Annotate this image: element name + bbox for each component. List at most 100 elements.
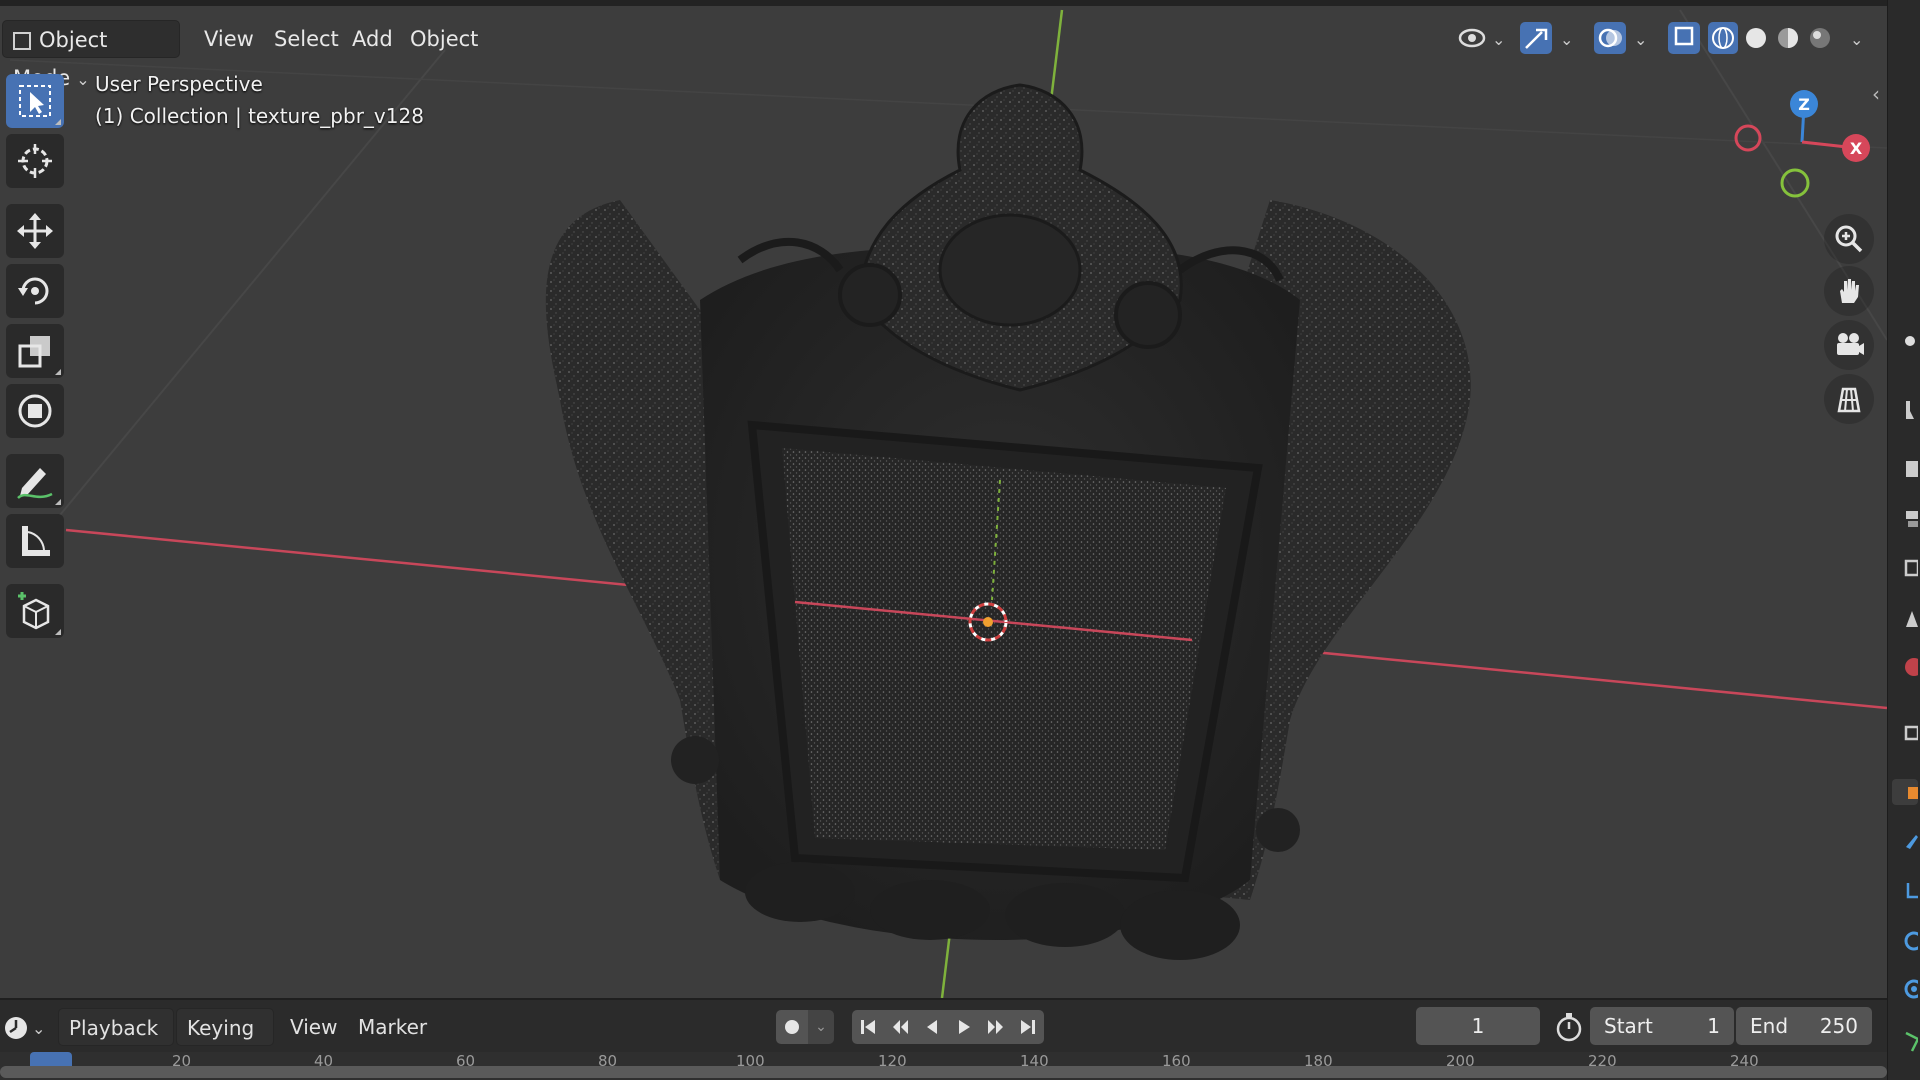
frame-object[interactable] — [545, 83, 1471, 960]
render-tab-icon[interactable] — [1890, 448, 1920, 488]
start-frame-field[interactable]: Start 1 — [1590, 1007, 1734, 1045]
cursor-arrow-icon — [19, 85, 51, 117]
menu-object[interactable]: Object — [400, 20, 488, 58]
y-axis-ball[interactable] — [1780, 168, 1810, 198]
scale-tool[interactable] — [6, 324, 64, 378]
svg-text:⌄: ⌄ — [1560, 30, 1573, 49]
ruler-icon — [22, 526, 50, 556]
move-arrows-icon — [17, 213, 53, 249]
menu-object-label: Object — [410, 27, 479, 51]
collection-tab-icon[interactable] — [1890, 712, 1920, 752]
annotate-tool[interactable] — [6, 454, 64, 508]
auto-keying-button[interactable] — [776, 1010, 808, 1044]
end-frame-label: End — [1750, 1014, 1789, 1038]
properties-tab-strip — [1887, 0, 1920, 1080]
constraints-tab-icon[interactable] — [1890, 968, 1920, 1008]
add-cube-tool[interactable] — [6, 584, 64, 638]
timeline-scrollbar[interactable] — [0, 1066, 1887, 1078]
camera-view-icon[interactable] — [1824, 320, 1874, 370]
add-cube-icon — [18, 592, 50, 630]
prev-keyframe-icon — [893, 1020, 908, 1034]
play-button[interactable] — [948, 1010, 980, 1044]
transform-icon — [18, 394, 52, 428]
playback-menu[interactable]: Playback⌄ — [58, 1008, 174, 1077]
particles-tab-icon[interactable] — [1890, 870, 1920, 910]
tool-settings-tab-icon[interactable] — [1890, 326, 1920, 366]
modifier-tab-icon[interactable] — [1890, 820, 1920, 860]
object-mode-icon — [13, 32, 31, 50]
visibility-eye-icon[interactable]: ⌄ — [1458, 28, 1505, 49]
jump-end-icon — [1021, 1020, 1035, 1034]
pan-hand-icon[interactable] — [1824, 266, 1874, 316]
output-tab-icon[interactable] — [1890, 498, 1920, 538]
select-box-tool[interactable] — [6, 74, 64, 128]
viewport-collection-info: (1) Collection | texture_pbr_v128 — [95, 104, 424, 128]
editor-type-dropdown[interactable]: ⌄ — [2, 1010, 48, 1046]
3d-cursor-icon — [18, 144, 52, 178]
object-mode-dropdown[interactable]: Object Mode⌄ — [2, 20, 180, 90]
cursor-tool[interactable] — [6, 134, 64, 188]
play-reverse-button[interactable] — [916, 1010, 948, 1044]
object-tab-icon[interactable] — [1890, 772, 1920, 812]
material-shading-icon[interactable] — [1778, 28, 1798, 48]
play-reverse-icon — [927, 1020, 937, 1034]
view-layer-tab-icon[interactable] — [1890, 548, 1920, 588]
svg-text:⌄: ⌄ — [1492, 30, 1505, 49]
svg-text:⌄: ⌄ — [32, 1019, 45, 1038]
scene-tab-icon[interactable] — [1890, 598, 1920, 638]
start-frame-value: 1 — [1707, 1014, 1720, 1038]
viewport-scene[interactable] — [0, 0, 1887, 998]
next-keyframe-button[interactable] — [980, 1010, 1012, 1044]
measure-tool[interactable] — [6, 514, 64, 568]
keying-menu[interactable]: Keying⌄ — [176, 1008, 274, 1077]
physics-tab-icon[interactable] — [1890, 920, 1920, 960]
data-tab-icon[interactable] — [1890, 1020, 1920, 1060]
viewport-title: User Perspective — [95, 72, 263, 96]
x-axis-label: X — [1850, 139, 1863, 158]
marker-menu-label: Marker — [358, 1015, 428, 1039]
transform-tool[interactable] — [6, 384, 64, 438]
current-frame-field[interactable]: 1 — [1416, 1007, 1540, 1045]
marker-menu[interactable]: Marker — [348, 1008, 437, 1046]
header-right-icons: ⌄ ⌄ ⌄ ⌄ — [1458, 22, 1863, 54]
blender-window: Object Mode⌄ View Select Add Object ⌄ ⌄ … — [0, 0, 1920, 1080]
rotate-tool[interactable] — [6, 264, 64, 318]
timeline-view-menu[interactable]: View — [280, 1008, 347, 1046]
menu-add-label: Add — [352, 27, 393, 51]
zoom-icon[interactable] — [1824, 214, 1874, 264]
z-axis-label: Z — [1798, 95, 1810, 114]
tool-shelf — [2, 70, 64, 650]
jump-start-button[interactable] — [852, 1010, 884, 1044]
pencil-icon — [17, 468, 53, 500]
end-frame-field[interactable]: End 250 — [1736, 1007, 1872, 1045]
ortho-grid-icon[interactable] — [1824, 374, 1874, 424]
menu-view[interactable]: View — [194, 20, 264, 58]
sidebar-toggle-icon[interactable]: ‹ — [1872, 82, 1880, 106]
rotate-icon — [18, 277, 49, 305]
rendered-shading-icon[interactable] — [1810, 28, 1830, 48]
negative-x-axis-ball[interactable] — [1734, 124, 1762, 152]
jump-start-icon — [861, 1020, 875, 1034]
end-frame-value: 250 — [1819, 1014, 1858, 1038]
world-tab-icon[interactable] — [1890, 646, 1920, 686]
chevron-down-icon: ⌄ — [815, 1019, 827, 1035]
solid-shading-icon[interactable] — [1746, 28, 1766, 48]
svg-text:⌄: ⌄ — [1634, 30, 1647, 49]
menu-view-label: View — [204, 27, 254, 51]
prev-keyframe-button[interactable] — [884, 1010, 916, 1044]
timeline-view-menu-label: View — [290, 1015, 338, 1039]
chevron-down-icon: ⌄ — [76, 70, 90, 89]
stopwatch-icon[interactable] — [1552, 1010, 1586, 1044]
menu-add[interactable]: Add — [342, 20, 403, 58]
play-icon — [959, 1020, 970, 1034]
jump-end-button[interactable] — [1012, 1010, 1044, 1044]
shading-dropdown-icon[interactable]: ⌄ — [1850, 30, 1863, 49]
menu-select[interactable]: Select — [264, 20, 349, 58]
tool-tab-icon[interactable] — [1890, 390, 1920, 430]
keying-options-dropdown[interactable]: ⌄ — [808, 1010, 834, 1044]
scale-icon — [18, 336, 50, 368]
start-frame-label: Start — [1604, 1014, 1653, 1038]
navigation-gizmo[interactable]: Z X — [1720, 84, 1870, 214]
move-tool[interactable] — [6, 204, 64, 258]
record-icon — [785, 1020, 799, 1034]
